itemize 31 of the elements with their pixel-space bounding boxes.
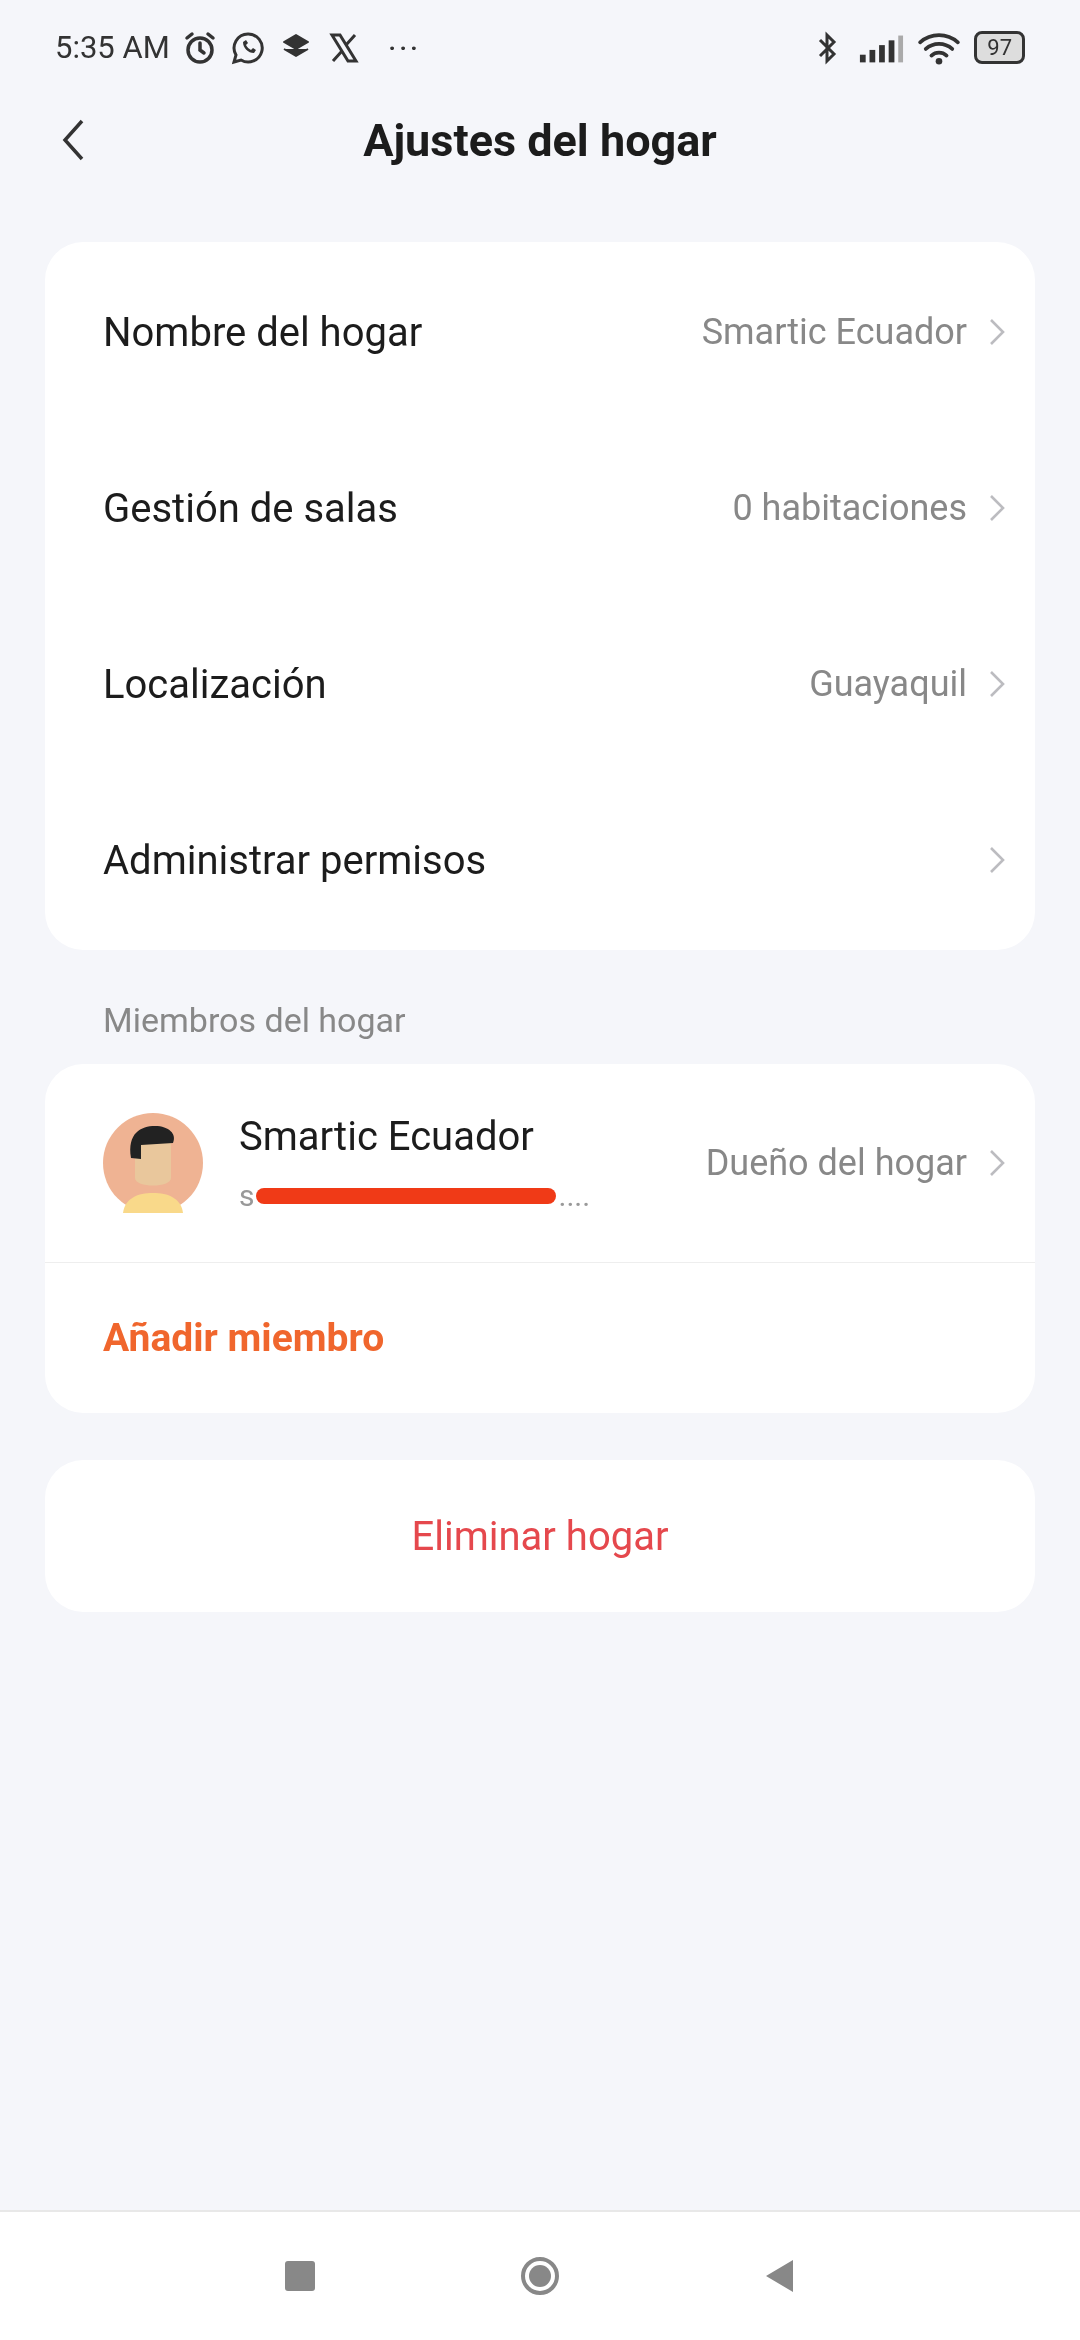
- chevron-right-icon: [989, 1149, 1005, 1177]
- page-title: Ajustes del hogar: [363, 113, 717, 167]
- setting-value: Smartic Ecuador: [701, 311, 967, 353]
- more-notifications-icon: ···: [387, 27, 421, 68]
- chevron-right-icon: [989, 846, 1005, 874]
- chevron-right-icon: [989, 494, 1005, 522]
- chevron-right-icon: [989, 318, 1005, 346]
- member-role: Dueño del hogar: [705, 1142, 967, 1184]
- home-icon[interactable]: [520, 2256, 560, 2296]
- avatar-icon: [103, 1113, 203, 1213]
- setting-label: Gestión de salas: [103, 484, 398, 532]
- settings-row[interactable]: Nombre del hogar Smartic Ecuador: [45, 244, 1035, 420]
- wifi-icon: [916, 30, 963, 65]
- battery-indicator: 97: [974, 31, 1025, 64]
- delete-home-button[interactable]: Eliminar hogar: [45, 1460, 1035, 1612]
- member-email: ....: [558, 1178, 591, 1213]
- setting-value: Guayaquil: [809, 663, 967, 705]
- settings-row[interactable]: Gestión de salas 0 habitaciones: [45, 420, 1035, 596]
- clock-time: 5:35 AM: [55, 29, 170, 66]
- setting-value: 0 habitaciones: [732, 487, 967, 529]
- setting-label: Administrar permisos: [103, 836, 487, 884]
- settings-row[interactable]: Localización Guayaquil: [45, 596, 1035, 772]
- setting-label: Localización: [103, 660, 327, 708]
- member-name: Smartic Ecuador: [239, 1113, 535, 1160]
- section-title: Miembros del hogar: [103, 1000, 407, 1040]
- back-icon[interactable]: [62, 118, 86, 162]
- member-row[interactable]: Smartic Ecuador s .... Dueño del hogar: [45, 1064, 1035, 1263]
- chevron-right-icon: [989, 670, 1005, 698]
- setting-label: Nombre del hogar: [103, 308, 423, 356]
- member-email: s: [239, 1178, 255, 1213]
- settings-row[interactable]: Administrar permisos: [45, 772, 1035, 948]
